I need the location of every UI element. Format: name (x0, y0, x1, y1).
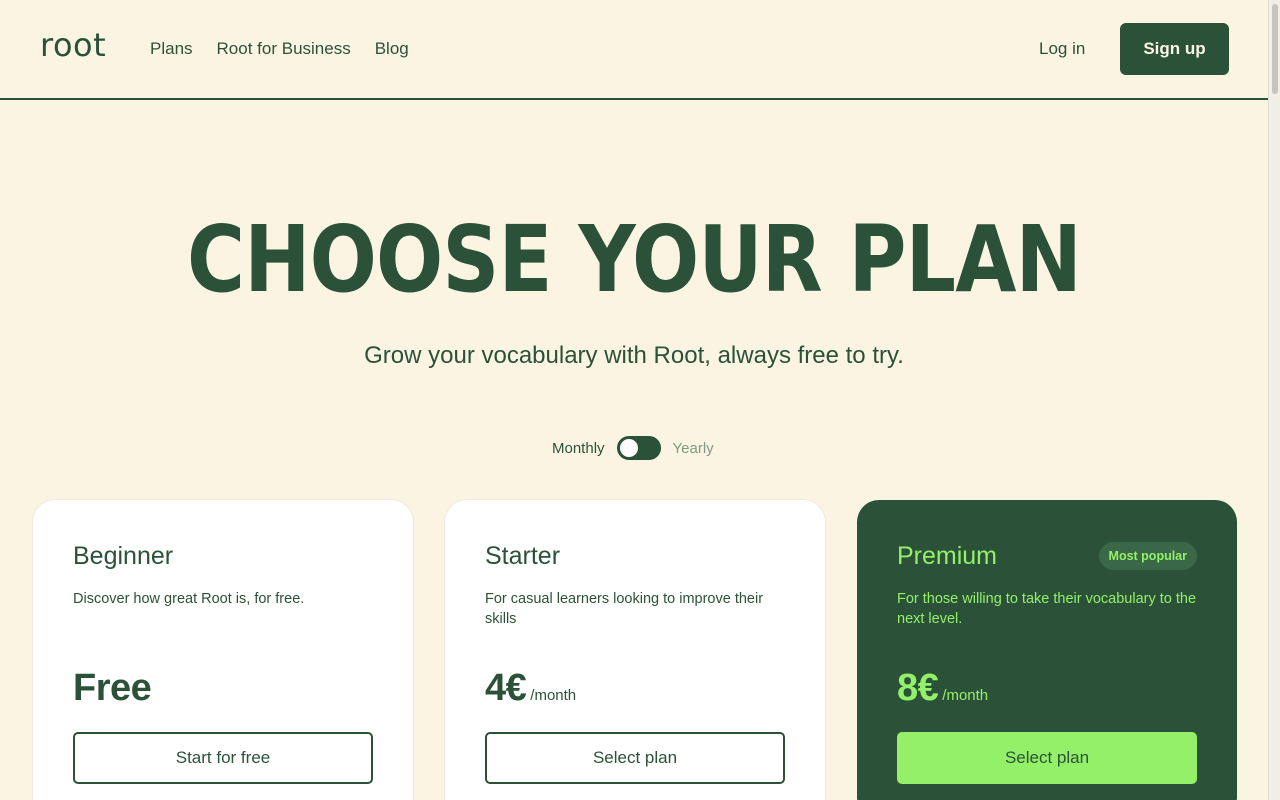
page-scrollbar[interactable] (1268, 0, 1280, 800)
page-title: CHOOSE YOUR PLAN (187, 206, 1082, 313)
scrollbar-thumb[interactable] (1272, 4, 1278, 94)
toggle-knob (619, 439, 638, 457)
plan-name: Beginner (73, 542, 174, 570)
price-value: 4€ (485, 667, 527, 709)
price-value: 8€ (897, 667, 939, 709)
page-subtitle: Grow your vocabulary with Root, always f… (364, 342, 904, 369)
billing-toggle[interactable] (616, 436, 661, 460)
price-unit: /month (942, 687, 989, 704)
plan-price: Free (73, 666, 152, 710)
plan-name: Premium (897, 542, 998, 570)
select-plan-button[interactable]: Select plan (485, 732, 785, 784)
root-logo[interactable]: root (40, 26, 106, 64)
plan-description: For casual learners looking to improve t… (485, 591, 764, 627)
nav-link-blog[interactable]: Blog (375, 39, 409, 59)
nav-link-plans[interactable]: Plans (150, 39, 193, 59)
plan-price: 8€ /month (897, 666, 988, 710)
most-popular-badge: Most popular (1098, 542, 1197, 570)
nav-link-root-for-business[interactable]: Root for Business (217, 39, 351, 59)
monthly-label[interactable]: Monthly (552, 440, 605, 457)
start-for-free-button[interactable]: Start for free (73, 732, 373, 784)
signup-button[interactable]: Sign up (1120, 23, 1229, 75)
billing-period-switch: Monthly Yearly (552, 436, 714, 460)
plan-card-starter: Starter For casual learners looking to i… (445, 500, 825, 800)
price-unit: /month (530, 687, 577, 704)
price-value: Free (73, 667, 152, 709)
plan-card-premium: Premium Most popular For those willing t… (857, 500, 1237, 800)
plan-name: Starter (485, 542, 561, 570)
plan-description: Discover how great Root is, for free. (73, 591, 305, 607)
plan-price: 4€ /month (485, 666, 576, 710)
select-plan-button[interactable]: Select plan (897, 732, 1197, 784)
main-nav: Plans Root for Business Blog (150, 39, 409, 59)
plan-card-beginner: Beginner Discover how great Root is, for… (33, 500, 413, 800)
login-link[interactable]: Log in (1039, 39, 1085, 59)
yearly-label[interactable]: Yearly (673, 440, 714, 457)
site-header: root Plans Root for Business Blog Log in… (0, 0, 1268, 100)
plan-description: For those willing to take their vocabula… (897, 591, 1197, 627)
